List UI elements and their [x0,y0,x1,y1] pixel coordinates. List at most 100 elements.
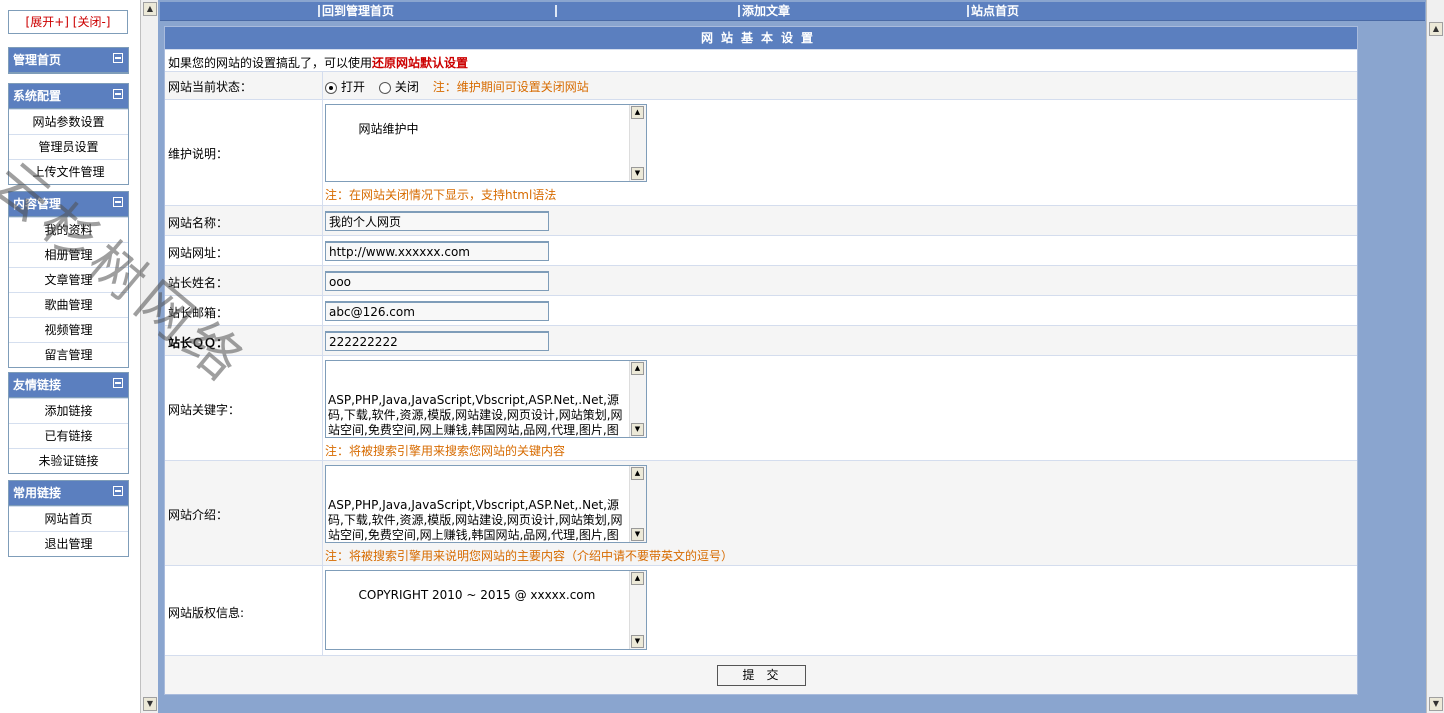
left-frame-scrollbar[interactable]: ▲ ▼ [140,0,159,713]
copyright-label: 网站版权信息: [168,606,245,620]
collapse-toggle-icon[interactable] [113,378,123,388]
site-url-input[interactable]: http://www.xxxxxx.com [325,241,549,261]
status-open-label: 打开 [341,80,366,94]
status-close-radio[interactable] [378,81,391,94]
menu-item-site-params[interactable]: 网站参数设置 [9,109,128,134]
scroll-down-icon[interactable]: ▼ [631,528,644,541]
nav-admin-home[interactable]: 回到管理首页 [318,2,394,20]
collapse-toggle-icon[interactable] [113,53,123,63]
scroll-up-icon[interactable]: ▲ [1429,22,1443,36]
menu-group-content: 内容管理 我的资料 相册管理 文章管理 歌曲管理 视频管理 留言管理 [8,191,129,368]
menu-item-songs[interactable]: 歌曲管理 [9,292,128,317]
scroll-down-icon[interactable]: ▼ [631,635,644,648]
copyright-value: COPYRIGHT 2010 ~ 2015 @ xxxxx.com [358,588,596,602]
restore-defaults-link[interactable]: 还原网站默认设置 [372,56,468,70]
textarea-scrollbar[interactable]: ▲ ▼ [629,571,646,649]
site-url-label: 网站网址： [168,246,229,260]
scroll-down-icon[interactable]: ▼ [1429,697,1443,711]
menu-title: 系统配置 [13,89,62,103]
intro-label: 如果您的网站的设置搞乱了，可以使用 [168,56,373,70]
scroll-down-icon[interactable]: ▼ [631,167,644,180]
textarea-scrollbar[interactable]: ▲ ▼ [629,105,646,181]
description-value: ASP,PHP,Java,JavaScript,Vbscript,ASP.Net… [328,498,623,542]
menu-item-admin-settings[interactable]: 管理员设置 [9,134,128,159]
menu-group-common: 常用链接 网站首页 退出管理 [8,480,129,557]
main-frame-scrollbar[interactable]: ▲ ▼ [1426,0,1444,713]
left-frame: [展开+] [关闭-] 管理首页 系统配置 网站参数设置 管理员设置 上传文件管… [0,0,140,713]
owner-name-input[interactable]: ooo [325,271,549,291]
column-divider [322,356,323,461]
menu-item-messages[interactable]: 留言管理 [9,342,128,367]
maintenance-value: 网站维护中 [358,122,419,136]
keywords-value: ASP,PHP,Java,JavaScript,Vbscript,ASP.Net… [328,393,623,437]
textarea-scrollbar[interactable]: ▲ ▼ [629,361,646,437]
scroll-up-icon[interactable]: ▲ [631,467,644,480]
menu-item-logout[interactable]: 退出管理 [9,531,128,556]
owner-qq-input[interactable]: 222222222 [325,331,549,351]
keywords-note: 注：将被搜索引擎用来搜索您网站的关键内容 [325,444,566,458]
collapse-toggle-icon[interactable] [113,197,123,207]
menu-header-content[interactable]: 内容管理 [9,192,128,217]
copyright-textarea[interactable]: COPYRIGHT 2010 ~ 2015 @ xxxxx.com ▲ ▼ [325,570,647,650]
menu-header-system[interactable]: 系统配置 [9,84,128,109]
column-divider [322,326,323,356]
menu-group-home: 管理首页 [8,47,129,74]
column-divider [322,461,323,566]
collapse-all-link[interactable]: [关闭-] [73,15,111,29]
keywords-textarea[interactable]: ASP,PHP,Java,JavaScript,Vbscript,ASP.Net… [325,360,647,438]
status-open-radio[interactable] [325,81,337,94]
menu-title: 管理首页 [13,53,62,67]
site-name-input[interactable]: 我的个人网页 [325,211,549,231]
menu-group-system: 系统配置 网站参数设置 管理员设置 上传文件管理 [8,83,129,185]
owner-qq-row: 站长ＱＱ： 222222222 [165,325,1357,356]
nav-site-home[interactable]: 站点首页 [967,2,1019,20]
nav-add-article[interactable]: 添加文章 [738,2,790,20]
scroll-up-icon[interactable]: ▲ [631,362,644,375]
column-divider [322,296,323,326]
submit-button[interactable]: 提交 [717,665,806,686]
menu-item-add-link[interactable]: 添加链接 [9,398,128,423]
collapse-toggle-icon[interactable] [113,486,123,496]
menu-header-links[interactable]: 友情链接 [9,373,128,398]
owner-name-label: 站长姓名： [168,276,229,290]
description-label: 网站介绍： [168,508,229,522]
menu-group-links: 友情链接 添加链接 已有链接 未验证链接 [8,372,129,474]
scroll-down-icon[interactable]: ▼ [631,423,644,436]
scroll-up-icon[interactable]: ▲ [631,106,644,119]
status-label: 网站当前状态： [168,80,253,94]
menu-header-common[interactable]: 常用链接 [9,481,128,506]
menu-item-site-home[interactable]: 网站首页 [9,506,128,531]
menu-title: 友情链接 [13,378,62,392]
description-note: 注：将被搜索引擎用来说明您网站的主要内容（介绍中请不要带英文的逗号） [325,549,734,563]
collapse-toggle-icon[interactable] [113,89,123,99]
site-name-row: 网站名称： 我的个人网页 [165,205,1357,236]
column-divider [322,566,323,656]
menu-item-unverified-links[interactable]: 未验证链接 [9,448,128,473]
menu-item-videos[interactable]: 视频管理 [9,317,128,342]
textarea-scrollbar[interactable]: ▲ ▼ [629,466,646,542]
owner-qq-label: 站长ＱＱ： [168,336,229,350]
expand-all-link[interactable]: [展开+] [26,15,69,29]
status-note: 注：维护期间可设置关闭网站 [432,80,589,94]
column-divider [322,206,323,236]
maintenance-textarea[interactable]: 网站维护中 ▲ ▼ [325,104,647,182]
scroll-up-icon[interactable]: ▲ [143,2,157,16]
owner-email-input[interactable]: abc@126.com [325,301,549,321]
nav-divider [555,2,559,20]
site-name-label: 网站名称： [168,216,229,230]
menu-item-album[interactable]: 相册管理 [9,242,128,267]
description-row: 网站介绍： ASP,PHP,Java,JavaScript,Vbscript,A… [165,460,1357,566]
column-divider [322,100,323,206]
scroll-up-icon[interactable]: ▲ [631,572,644,585]
menu-item-existing-links[interactable]: 已有链接 [9,423,128,448]
description-textarea[interactable]: ASP,PHP,Java,JavaScript,Vbscript,ASP.Net… [325,465,647,543]
menu-header-home[interactable]: 管理首页 [9,48,128,73]
scroll-down-icon[interactable]: ▼ [143,697,157,711]
keywords-row: 网站关键字： ASP,PHP,Java,JavaScript,Vbscript,… [165,355,1357,461]
menu-item-articles[interactable]: 文章管理 [9,267,128,292]
menu-item-upload-files[interactable]: 上传文件管理 [9,159,128,184]
status-row: 网站当前状态： 打开 关闭 注：维护期间可设置关闭网站 [165,71,1357,100]
owner-name-row: 站长姓名： ooo [165,265,1357,296]
menu-item-my-profile[interactable]: 我的资料 [9,217,128,242]
maintenance-label: 维护说明： [168,147,229,161]
